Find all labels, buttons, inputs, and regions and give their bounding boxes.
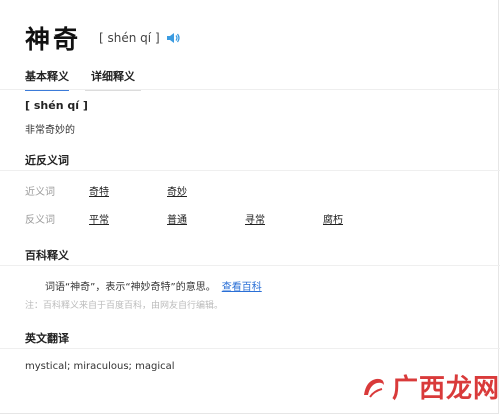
antonym-row: 反义词 平常 普通 寻常 腐朽	[25, 211, 401, 226]
headword: 神奇	[25, 25, 82, 54]
synonym-word[interactable]: 奇特	[89, 183, 167, 198]
antonym-word[interactable]: 腐朽	[323, 211, 401, 226]
speaker-icon[interactable]	[166, 31, 180, 45]
basic-pinyin: [ shén qí ]	[25, 99, 88, 112]
section-divider	[0, 265, 500, 266]
definition-tabs: 基本释义 详细释义	[25, 66, 157, 91]
view-baike-link[interactable]: 查看百科	[222, 282, 262, 293]
watermark-text: 广西龙网	[392, 374, 500, 404]
baike-title: 百科释义	[25, 249, 69, 262]
tab-detailed-definition[interactable]: 详细释义	[85, 66, 141, 91]
tab-divider	[0, 89, 500, 90]
section-divider	[0, 170, 500, 171]
site-watermark: 广西龙网	[360, 368, 500, 405]
synonyms-antonyms-title: 近反义词	[25, 154, 69, 167]
antonym-word[interactable]: 寻常	[245, 211, 323, 226]
synonym-row: 近义词 奇特 奇妙	[25, 183, 245, 198]
synonym-word[interactable]: 奇妙	[167, 183, 245, 198]
tab-basic-definition[interactable]: 基本释义	[25, 66, 69, 91]
word-header: 神奇 [ shén qí ]	[25, 20, 180, 56]
basic-definition: 非常奇妙的	[25, 125, 75, 136]
synonym-label: 近义词	[25, 187, 55, 198]
baike-text: 词语“神奇”，表示“神妙奇特”的意思。	[45, 282, 216, 293]
baike-definition: 词语“神奇”，表示“神妙奇特”的意思。 查看百科	[45, 278, 262, 293]
section-divider	[0, 348, 500, 349]
baike-note: 注：百科释义来自于百度百科，由网友自行编辑。	[25, 301, 224, 311]
headword-pinyin: [ shén qí ]	[99, 31, 160, 45]
logo-icon	[364, 378, 384, 398]
antonym-word[interactable]: 普通	[167, 211, 245, 226]
antonym-label: 反义词	[25, 215, 55, 226]
antonym-word[interactable]: 平常	[89, 211, 167, 226]
english-translation: mystical; miraculous; magical	[25, 361, 175, 372]
page-border	[0, 0, 499, 414]
translation-title: 英文翻译	[25, 332, 69, 345]
